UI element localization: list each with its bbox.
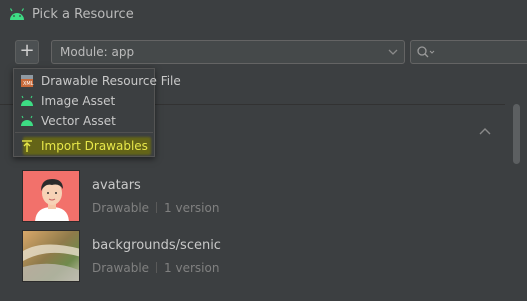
resource-meta: Drawable 1 version [92, 201, 219, 215]
menu-item-label: Image Asset [41, 94, 116, 108]
module-dropdown[interactable]: Module: app [51, 40, 405, 64]
resource-type: Drawable [92, 201, 150, 215]
list-item[interactable]: backgrounds/scenic Drawable 1 version [22, 230, 502, 284]
resource-versions: 1 version [164, 201, 220, 215]
search-icon [417, 46, 435, 58]
resource-name: avatars [92, 178, 141, 193]
chevron-up-icon[interactable] [478, 126, 492, 136]
android-icon [21, 95, 33, 106]
android-icon [9, 8, 25, 20]
drawable-file-icon: XML [21, 75, 34, 87]
resource-versions: 1 version [164, 261, 220, 275]
scrollbar-thumb[interactable] [513, 104, 520, 164]
chevron-down-icon [388, 49, 398, 55]
menu-item-vector-asset[interactable]: Vector Asset [15, 111, 153, 131]
add-resource-menu: XML Drawable Resource File Image Asset V… [13, 68, 181, 157]
menu-item-label: Import Drawables [41, 139, 148, 153]
resource-type: Drawable [92, 261, 150, 275]
search-input[interactable] [410, 40, 527, 64]
meta-separator [156, 202, 158, 213]
import-icon [22, 140, 32, 152]
toolbar: + Module: app [0, 38, 527, 68]
add-resource-button[interactable]: + [15, 40, 39, 64]
list-item[interactable]: avatars Drawable 1 version [22, 170, 502, 224]
resource-name: backgrounds/scenic [92, 238, 221, 253]
menu-item-image-asset[interactable]: Image Asset [15, 91, 153, 111]
menu-item-drawable-resource-file[interactable]: XML Drawable Resource File [15, 71, 181, 91]
resource-meta: Drawable 1 version [92, 261, 219, 275]
menu-item-label: Drawable Resource File [41, 74, 181, 88]
meta-separator [156, 262, 158, 273]
menu-separator [15, 132, 153, 133]
menu-item-import-drawables[interactable]: Import Drawables [15, 136, 153, 156]
menu-item-label: Vector Asset [41, 114, 116, 128]
avatar-thumbnail [22, 170, 80, 222]
android-icon [21, 115, 33, 126]
title-bar: Pick a Resource [0, 0, 527, 30]
scrollbar[interactable] [505, 74, 527, 301]
scenic-thumbnail [22, 230, 80, 282]
module-dropdown-label: Module: app [60, 45, 135, 59]
window-title: Pick a Resource [32, 7, 134, 22]
svg-text:XML: XML [23, 81, 34, 87]
